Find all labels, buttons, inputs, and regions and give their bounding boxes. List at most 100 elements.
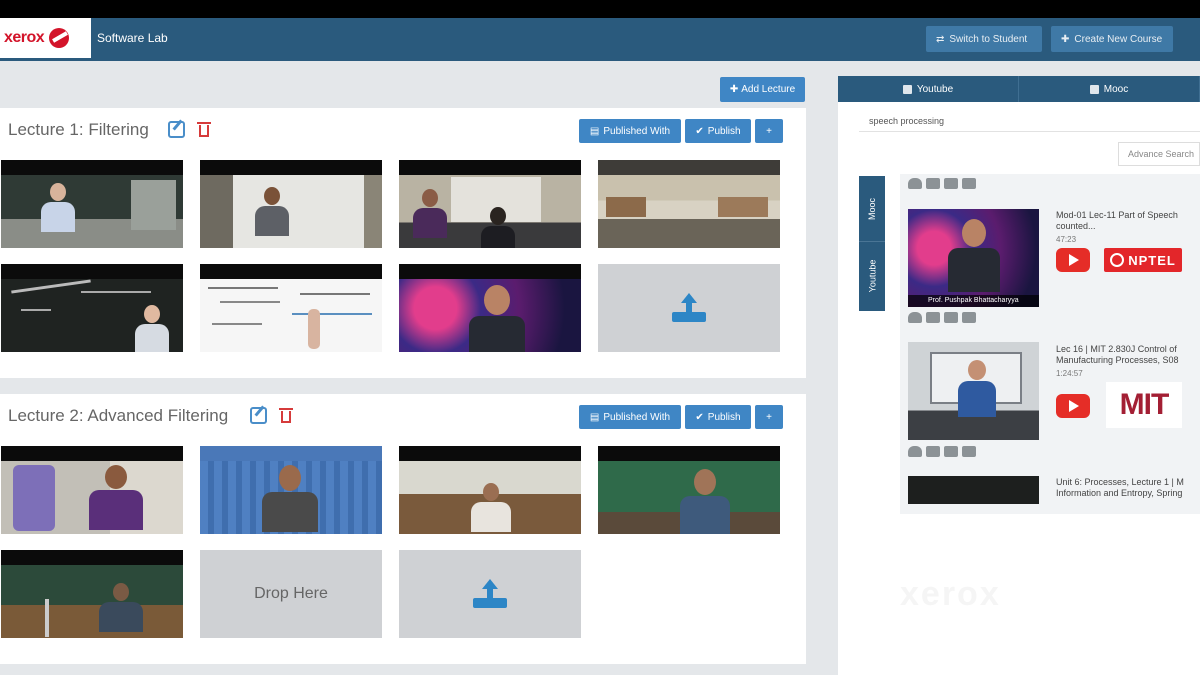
cloud-icon[interactable] [908, 312, 922, 323]
upload-slot[interactable] [399, 550, 581, 638]
app-name: Software Lab [97, 31, 168, 45]
vertical-tab-youtube[interactable]: Youtube [859, 243, 885, 309]
top-black-bar [0, 0, 1200, 18]
drop-here-label: Drop Here [254, 585, 328, 602]
cloud-icon[interactable] [908, 446, 922, 457]
create-new-course-button[interactable]: ✚ Create New Course [1051, 26, 1173, 52]
result-thumbnail[interactable] [908, 342, 1039, 440]
source-tab-label: Mooc [1103, 83, 1129, 95]
document-icon[interactable] [944, 178, 958, 189]
upload-icon [473, 579, 507, 609]
source-tabs: Youtube Mooc [838, 76, 1200, 102]
drop-zone[interactable]: Drop Here [200, 550, 382, 638]
advance-search-button[interactable]: Advance Search [1118, 142, 1200, 166]
result-actions [908, 178, 976, 190]
upload-slot[interactable] [598, 264, 780, 352]
add-video-button[interactable]: + [755, 405, 783, 429]
result-title[interactable]: Unit 6: Processes, Lecture 1 | M [1056, 477, 1200, 488]
lecture-title: Lecture 1: Filtering [8, 120, 149, 139]
video-thumbnail[interactable] [399, 446, 581, 534]
document-icon[interactable] [944, 312, 958, 323]
add-video-label: + [766, 125, 772, 137]
add-lecture-label: Add Lecture [741, 84, 796, 95]
video-caption: Prof. Pushpak Bhattacharyya [908, 295, 1039, 307]
xerox-watermark: xerox [900, 575, 1001, 613]
result-title-cont: Information and Entropy, Spring [1056, 488, 1183, 498]
search-results: Prof. Pushpak Bhattacharyya Mod-01 Lec-1… [900, 174, 1200, 514]
vertical-tab-mooc[interactable]: Mooc [859, 176, 885, 242]
nptel-logo: NPTEL [1104, 248, 1182, 272]
video-thumbnail[interactable] [1, 160, 183, 248]
video-thumbnail[interactable] [399, 160, 581, 248]
vertical-source-tabs: Mooc Youtube [859, 176, 885, 311]
grid-icon[interactable] [926, 446, 940, 457]
result-actions [908, 312, 976, 324]
video-thumbnail[interactable] [598, 446, 780, 534]
plus-icon: ✚ [729, 84, 739, 95]
xerox-sphere-icon [49, 28, 70, 48]
mit-logo: MIT [1106, 382, 1182, 428]
grid-icon[interactable] [926, 178, 940, 189]
video-thumbnail[interactable] [598, 160, 780, 248]
lecture-card-1: Lecture 1: Filtering ▤ Published With ✔ … [0, 108, 806, 378]
create-new-course-label: Create New Course [1074, 33, 1163, 45]
publish-label: Publish [707, 125, 741, 137]
result-title-cont: Manufacturing Processes, S08 [1056, 355, 1179, 365]
switch-to-student-label: Switch to Student [949, 33, 1028, 45]
video-thumbnail[interactable] [200, 264, 382, 352]
checkbox-icon[interactable] [902, 84, 912, 94]
sitemap-icon[interactable] [962, 312, 976, 323]
random-icon: ⇄ [936, 33, 945, 45]
add-video-button[interactable]: + [755, 119, 783, 143]
image-icon: ▤ [589, 125, 600, 137]
switch-to-student-button[interactable]: ⇄ Switch to Student [926, 26, 1042, 52]
document-icon[interactable] [944, 446, 958, 457]
publish-button[interactable]: ✔ Publish [685, 405, 751, 429]
youtube-icon[interactable] [1056, 248, 1090, 272]
navbar: xerox Software Lab ⇄ Switch to Student ✚… [0, 18, 1200, 61]
source-tab-label: Youtube [916, 83, 954, 95]
search-input[interactable] [859, 110, 1200, 132]
trash-icon[interactable] [279, 407, 293, 423]
upload-icon [672, 293, 706, 323]
lecture-card-2: Lecture 2: Advanced Filtering ▤ Publishe… [0, 394, 806, 664]
video-thumbnail[interactable] [200, 160, 382, 248]
trash-icon[interactable] [197, 121, 211, 137]
youtube-icon[interactable] [1056, 394, 1090, 418]
vertical-tab-label: Youtube [867, 259, 877, 293]
video-search-panel: Youtube Mooc Advance Search Mooc Youtube… [838, 76, 1200, 675]
source-tab-mooc[interactable]: Mooc [1019, 76, 1200, 102]
result-title[interactable]: Lec 16 | MIT 2.830J Control of [1056, 344, 1200, 355]
result-title[interactable]: Mod-01 Lec-11 Part of Speech [1056, 210, 1200, 221]
edit-icon[interactable] [250, 407, 267, 424]
published-with-button[interactable]: ▤ Published With [579, 405, 681, 429]
result-thumbnail[interactable] [908, 476, 1039, 504]
video-thumbnail[interactable] [1, 550, 183, 638]
check-icon: ✔ [695, 125, 704, 137]
grid-icon[interactable] [926, 312, 940, 323]
logo-wordmark: xerox [4, 29, 45, 46]
add-video-label: + [766, 411, 772, 423]
result-thumbnail[interactable]: Prof. Pushpak Bhattacharyya [908, 209, 1039, 307]
add-lecture-button[interactable]: ✚ Add Lecture [720, 77, 805, 102]
video-thumbnail[interactable] [399, 264, 581, 352]
publish-label: Publish [707, 411, 741, 423]
video-thumbnail[interactable] [1, 446, 183, 534]
cloud-icon[interactable] [908, 178, 922, 189]
image-icon: ▤ [589, 411, 600, 423]
course-editor: ✚ Add Lecture Lecture 1: Filtering ▤ Pub… [0, 64, 810, 675]
published-with-button[interactable]: ▤ Published With [579, 119, 681, 143]
xerox-logo[interactable]: xerox [0, 18, 91, 58]
source-tab-youtube[interactable]: Youtube [838, 76, 1019, 102]
published-with-label: Published With [603, 411, 671, 423]
edit-icon[interactable] [168, 121, 185, 138]
publish-button[interactable]: ✔ Publish [685, 119, 751, 143]
plus-icon: ✚ [1061, 33, 1070, 45]
checkbox-icon[interactable] [1089, 84, 1099, 94]
result-title-cont: counted... [1056, 221, 1096, 231]
video-thumbnail[interactable] [200, 446, 382, 534]
lecture-title: Lecture 2: Advanced Filtering [8, 406, 229, 425]
video-thumbnail[interactable] [1, 264, 183, 352]
sitemap-icon[interactable] [962, 446, 976, 457]
sitemap-icon[interactable] [962, 178, 976, 189]
